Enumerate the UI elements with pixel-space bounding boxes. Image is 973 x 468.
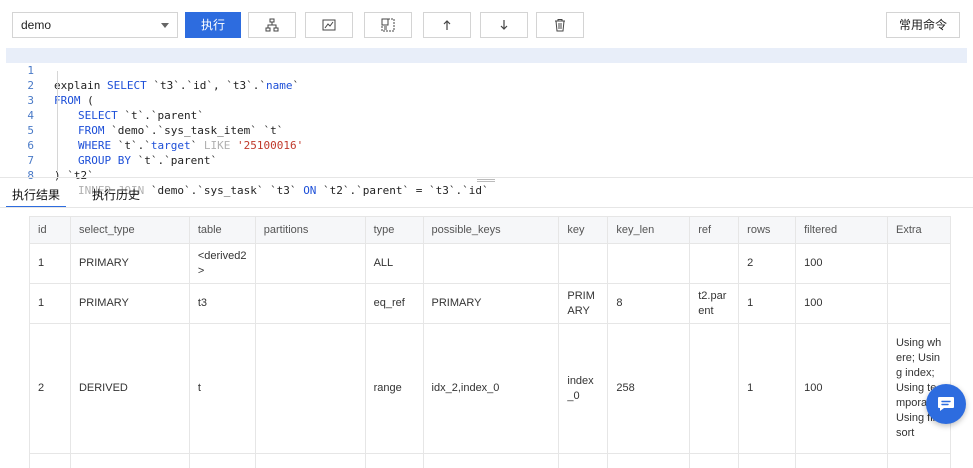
table-cell: ALL <box>364 243 424 284</box>
common-commands-button[interactable]: 常用命令 <box>886 12 960 38</box>
explain-tree-button[interactable] <box>248 12 296 38</box>
table-cell <box>886 283 951 324</box>
table-cell: 2 <box>29 323 71 454</box>
database-select-value: demo <box>21 18 52 32</box>
table-cell <box>254 323 366 454</box>
tree-structure-icon <box>265 18 279 32</box>
editor-divider <box>0 177 973 178</box>
table-cell: 1 <box>738 323 797 454</box>
column-header[interactable]: Extra <box>886 216 951 244</box>
table-row <box>29 453 951 468</box>
table-cell <box>422 243 560 284</box>
chart-image-icon <box>322 19 336 31</box>
editor-line: 6 GROUP BY `t`.`parent` <box>6 123 967 167</box>
table-cell: DERIVED <box>69 323 190 454</box>
table-cell: range <box>364 323 424 454</box>
table-cell <box>689 243 740 284</box>
trash-icon <box>555 19 565 32</box>
line-number: 8 <box>27 169 34 182</box>
arrow-down-icon <box>500 20 508 30</box>
result-table: id select_type table partitions type pos… <box>29 216 951 468</box>
editor-line: 2 FROM ( <box>6 63 967 107</box>
table-cell: idx_2,index_0 <box>422 323 560 454</box>
editor-line: 3 SELECT `t`.`parent` <box>6 78 967 122</box>
table-cell <box>886 243 951 284</box>
move-up-button[interactable] <box>423 12 471 38</box>
table-cell <box>254 283 366 324</box>
table-cell: PRIMARY <box>558 283 609 324</box>
result-tabs: 执行结果 执行历史 <box>0 184 973 208</box>
editor-line: 5 WHERE `t`.`target` LIKE '25100016' <box>6 108 967 152</box>
editor-line: 7 ) `t2` <box>6 138 967 182</box>
column-header[interactable]: key <box>558 216 609 244</box>
format-layout-icon <box>381 18 395 32</box>
column-header[interactable]: rows <box>738 216 797 244</box>
chat-bubble-icon <box>938 397 954 411</box>
column-header[interactable]: table <box>188 216 256 244</box>
table-cell: PRIMARY <box>69 283 190 324</box>
table-cell: 100 <box>795 283 888 324</box>
chart-button[interactable] <box>305 12 353 38</box>
database-select[interactable]: demo <box>12 12 178 38</box>
result-table-container[interactable]: id select_type table partitions type pos… <box>29 216 951 468</box>
table-row[interactable]: 1 PRIMARY t3 eq_ref PRIMARY PRIMARY 8 t2… <box>29 283 951 324</box>
table-cell: 8 <box>607 283 691 324</box>
table-cell <box>254 243 366 284</box>
column-header[interactable]: type <box>364 216 424 244</box>
column-header[interactable]: key_len <box>607 216 691 244</box>
chevron-down-icon <box>161 23 169 28</box>
chat-button[interactable] <box>926 384 966 424</box>
format-button[interactable] <box>364 12 412 38</box>
table-cell <box>607 243 691 284</box>
column-header[interactable]: ref <box>689 216 740 244</box>
table-cell: t <box>188 323 256 454</box>
column-header[interactable]: select_type <box>69 216 190 244</box>
editor-line: 4 FROM `demo`.`sys_task_item` `t` <box>6 93 967 137</box>
table-cell <box>689 323 740 454</box>
table-cell: 1 <box>29 283 71 324</box>
table-cell: 258 <box>607 323 691 454</box>
table-cell: 1 <box>29 243 71 284</box>
table-cell: 100 <box>795 243 888 284</box>
code-text: ) `t2` <box>54 169 94 182</box>
editor-line: 1 explain SELECT `t3`.`id`, `t3`.`name` <box>6 48 967 92</box>
move-down-button[interactable] <box>480 12 528 38</box>
resize-handle[interactable] <box>477 179 495 182</box>
table-cell: 1 <box>738 283 797 324</box>
table-row[interactable]: 2 DERIVED t range idx_2,index_0 index_0 … <box>29 323 951 454</box>
table-cell <box>558 243 609 284</box>
table-cell: PRIMARY <box>422 283 560 324</box>
editor-line: 8 INNER JOIN `demo`.`sys_task` `t3` ON `… <box>6 153 967 197</box>
table-cell: t3 <box>188 283 256 324</box>
table-cell: 100 <box>795 323 888 454</box>
table-row[interactable]: 1 PRIMARY <derived2> ALL 2 100 <box>29 243 951 284</box>
table-cell: t2.parent <box>689 283 740 324</box>
table-cell: eq_ref <box>364 283 424 324</box>
tab-divider <box>0 207 973 208</box>
table-cell: PRIMARY <box>69 243 190 284</box>
column-header[interactable]: possible_keys <box>422 216 560 244</box>
tab-history[interactable]: 执行历史 <box>92 184 140 206</box>
run-button[interactable]: 执行 <box>185 12 241 38</box>
table-cell: <derived2> <box>188 243 256 284</box>
tab-result[interactable]: 执行结果 <box>12 184 60 206</box>
delete-button[interactable] <box>536 12 584 38</box>
column-header[interactable]: id <box>29 216 71 244</box>
table-cell: 2 <box>738 243 797 284</box>
table-cell: index_0 <box>558 323 609 454</box>
arrow-up-icon <box>443 20 451 30</box>
table-header-row: id select_type table partitions type pos… <box>29 216 951 244</box>
indent-guide <box>57 71 58 171</box>
toolbar: demo 执行 常用命令 <box>0 0 973 48</box>
column-header[interactable]: partitions <box>254 216 366 244</box>
sql-editor[interactable]: 1 explain SELECT `t3`.`id`, `t3`.`name` … <box>6 47 967 197</box>
column-header[interactable]: filtered <box>795 216 888 244</box>
